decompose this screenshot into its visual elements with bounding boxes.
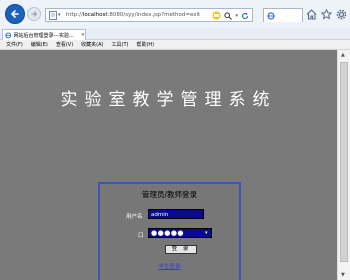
- menu-favorites[interactable]: 收藏夹(A): [81, 41, 103, 48]
- scroll-up-icon[interactable]: ▲: [341, 52, 345, 58]
- password-dropdown-icon[interactable]: ▾: [205, 229, 208, 238]
- page-icon: [49, 11, 57, 20]
- tab-login-page[interactable]: 网站后台管理登录---实验... ×: [2, 29, 86, 40]
- page-title: 实验室教学管理系统: [60, 90, 277, 110]
- forward-button[interactable]: [27, 7, 41, 21]
- menu-view[interactable]: 查看(V): [56, 41, 73, 48]
- back-button[interactable]: [5, 4, 25, 24]
- toolbar-icons: [306, 9, 347, 20]
- menu-tools[interactable]: 工具(T): [112, 41, 129, 48]
- page-content: 实验室教学管理系统 管理员/教师登录 用户名 admin 口 令 ●●●●● ▾…: [0, 50, 337, 280]
- url-text: http://localhost:8080/syy/index.jsp?meth…: [66, 12, 201, 18]
- password-input[interactable]: ●●●●● ▾: [148, 228, 212, 238]
- ie-page-icon: [5, 32, 12, 38]
- close-tab-icon[interactable]: ×: [81, 32, 85, 38]
- ie-tab-icon: [267, 12, 275, 20]
- dropdown-icon[interactable]: ▾: [58, 9, 61, 21]
- back-arrow-icon: [10, 10, 19, 18]
- address-field[interactable]: ▾ http://localhost:8080/syy/index.jsp?me…: [45, 8, 253, 22]
- menu-file[interactable]: 文件(F): [6, 41, 23, 48]
- search-icon[interactable]: [224, 11, 233, 20]
- search-dropdown-icon[interactable]: ▾: [235, 13, 238, 19]
- login-panel-title: 管理员/教师登录: [141, 190, 198, 199]
- compat-view-icon[interactable]: [212, 11, 221, 20]
- menu-help[interactable]: 帮助(H): [136, 41, 154, 48]
- tab-strip: 网站后台管理登录---实验... ×: [0, 28, 350, 40]
- tab-title: 网站后台管理登录---实验...: [13, 32, 74, 39]
- star-icon[interactable]: [321, 9, 332, 20]
- menu-bar: 文件(F) 编辑(E) 查看(V) 收藏夹(A) 工具(T) 帮助(H): [0, 40, 350, 50]
- refresh-icon[interactable]: [241, 12, 249, 20]
- gear-icon[interactable]: [336, 9, 347, 20]
- username-label: 用户名: [126, 214, 143, 220]
- scroll-down-icon[interactable]: ▼: [341, 272, 345, 278]
- username-input[interactable]: admin: [148, 209, 204, 219]
- password-mask: ●●●●●: [151, 229, 185, 237]
- menu-edit[interactable]: 编辑(E): [31, 41, 48, 48]
- scrollbar-thumb[interactable]: [340, 62, 348, 262]
- vertical-scrollbar[interactable]: ▲ ▼: [337, 50, 350, 280]
- forward-arrow-icon: [31, 11, 38, 17]
- browser-address-bar: ▾ http://localhost:8080/syy/index.jsp?me…: [0, 0, 350, 28]
- login-button[interactable]: 登 录: [165, 245, 197, 254]
- home-icon[interactable]: [306, 9, 317, 20]
- browser-tab-blank[interactable]: [263, 8, 303, 22]
- login-panel: 管理员/教师登录 用户名 admin 口 令 ●●●●● ▾ 登 录 学生登录: [98, 182, 241, 280]
- student-login-link[interactable]: 学生登录: [100, 262, 239, 270]
